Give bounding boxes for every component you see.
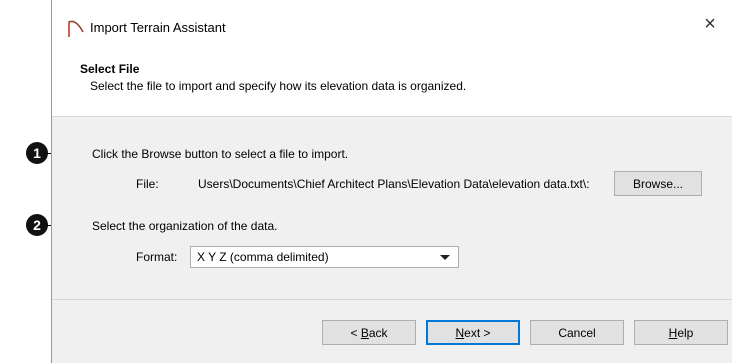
page-subtitle: Select the file to import and specify ho… xyxy=(90,79,467,93)
back-rest: ack xyxy=(368,325,388,340)
help-button[interactable]: Help xyxy=(634,320,728,345)
import-terrain-dialog: Import Terrain Assistant × Select File S… xyxy=(51,0,732,363)
footer-divider xyxy=(52,299,732,300)
format-label: Format: xyxy=(136,250,178,264)
back-accel: B xyxy=(360,325,369,340)
page-title: Select File xyxy=(80,62,140,76)
back-prefix: < xyxy=(350,325,361,340)
callout-2-number: 2 xyxy=(33,217,41,233)
callout-1-number: 1 xyxy=(33,145,41,161)
chevron-down-icon xyxy=(440,255,450,260)
back-button[interactable]: < Back xyxy=(322,320,416,345)
next-button[interactable]: Next > xyxy=(426,320,520,345)
file-path-field[interactable]: :\Users\Documents\Chief Architect Plans\… xyxy=(198,177,598,191)
callout-1: 1 xyxy=(26,142,48,164)
step1-instruction: Click the Browse button to select a file… xyxy=(92,147,349,161)
cancel-button[interactable]: Cancel xyxy=(530,320,624,345)
format-select[interactable]: X Y Z (comma delimited) xyxy=(190,246,459,268)
callout-2: 2 xyxy=(26,214,48,236)
help-rest: elp xyxy=(677,325,694,340)
format-select-value: X Y Z (comma delimited) xyxy=(197,250,329,264)
window-title: Import Terrain Assistant xyxy=(90,20,226,35)
next-rest: ext > xyxy=(464,325,491,340)
help-accel: H xyxy=(668,325,678,340)
next-accel: N xyxy=(455,325,465,340)
app-logo-icon xyxy=(68,20,84,37)
step2-instruction: Select the organization of the data. xyxy=(92,219,278,233)
wizard-header: Select File Select the file to import an… xyxy=(52,48,732,117)
browse-button[interactable]: Browse... xyxy=(614,171,702,196)
close-icon[interactable]: × xyxy=(700,14,720,34)
title-bar: Import Terrain Assistant × xyxy=(52,0,732,48)
file-label: File: xyxy=(136,177,159,191)
